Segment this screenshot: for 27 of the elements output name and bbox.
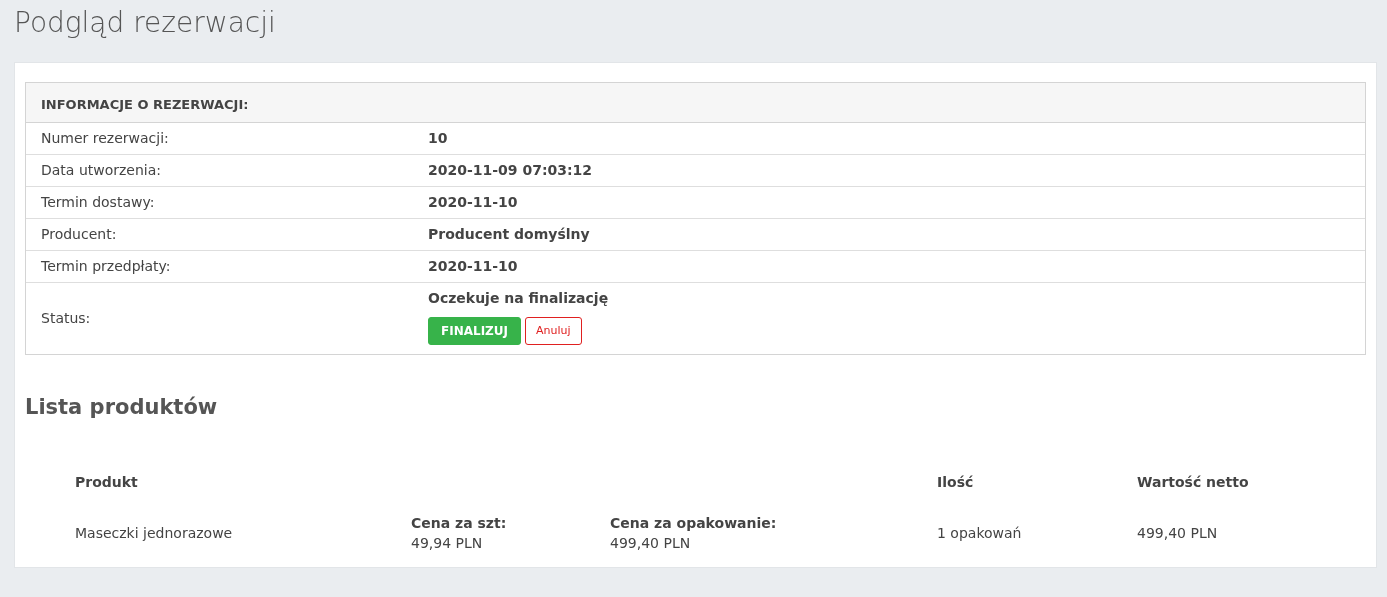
field-label: Status: — [40, 309, 92, 328]
table-cell-text: 1 opakowań — [937, 523, 1023, 543]
table-cell-text: 499,40 PLN — [1137, 523, 1219, 543]
column-header: Ilość — [937, 473, 975, 493]
field-value: 2020-11-09 07:03:12 — [428, 161, 594, 180]
panel-heading: INFORMACJE O REZERWACJI: — [26, 83, 1365, 123]
field-value: Oczekuje na finalizację — [428, 289, 610, 308]
field-label: Producent: — [40, 225, 118, 244]
field-value: Producent domyślny — [428, 225, 591, 244]
column-header: Wartość netto — [1137, 473, 1250, 493]
price-value: 49,94 PLN — [411, 534, 484, 554]
field-value: 2020-11-10 — [428, 193, 519, 212]
field-value: 2020-11-10 — [428, 257, 519, 276]
field-label: Numer rezerwacji: — [40, 129, 170, 148]
price-label: Cena za szt: — [411, 514, 508, 534]
finalize-button[interactable]: FINALIZUJ — [428, 317, 521, 345]
field-label: Termin dostawy: — [40, 193, 156, 212]
table-cell-text: Maseczki jednorazowe — [75, 523, 234, 543]
field-label: Termin przedpłaty: — [40, 257, 172, 276]
page-title: Podgląd rezerwacji — [13, 5, 277, 41]
field-value: 10 — [428, 129, 449, 148]
price-label: Cena za opakowanie: — [610, 514, 778, 534]
price-value: 499,40 PLN — [610, 534, 692, 554]
section-heading: Lista produktów — [25, 395, 219, 421]
field-label: Data utworzenia: — [40, 161, 163, 180]
cancel-button[interactable]: Anuluj — [525, 317, 582, 345]
column-header: Produkt — [75, 473, 139, 493]
